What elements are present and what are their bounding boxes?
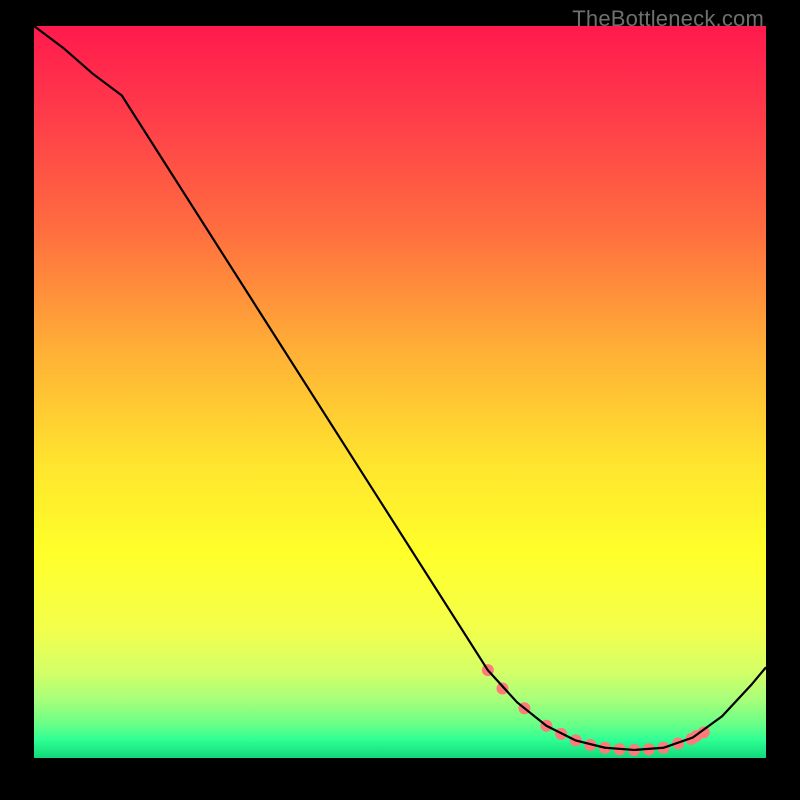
chart-frame xyxy=(34,26,766,758)
highlight-dot xyxy=(497,683,508,694)
watermark-label: TheBottleneck.com xyxy=(572,6,764,32)
chart-svg xyxy=(34,26,766,758)
chart-background xyxy=(34,26,766,758)
